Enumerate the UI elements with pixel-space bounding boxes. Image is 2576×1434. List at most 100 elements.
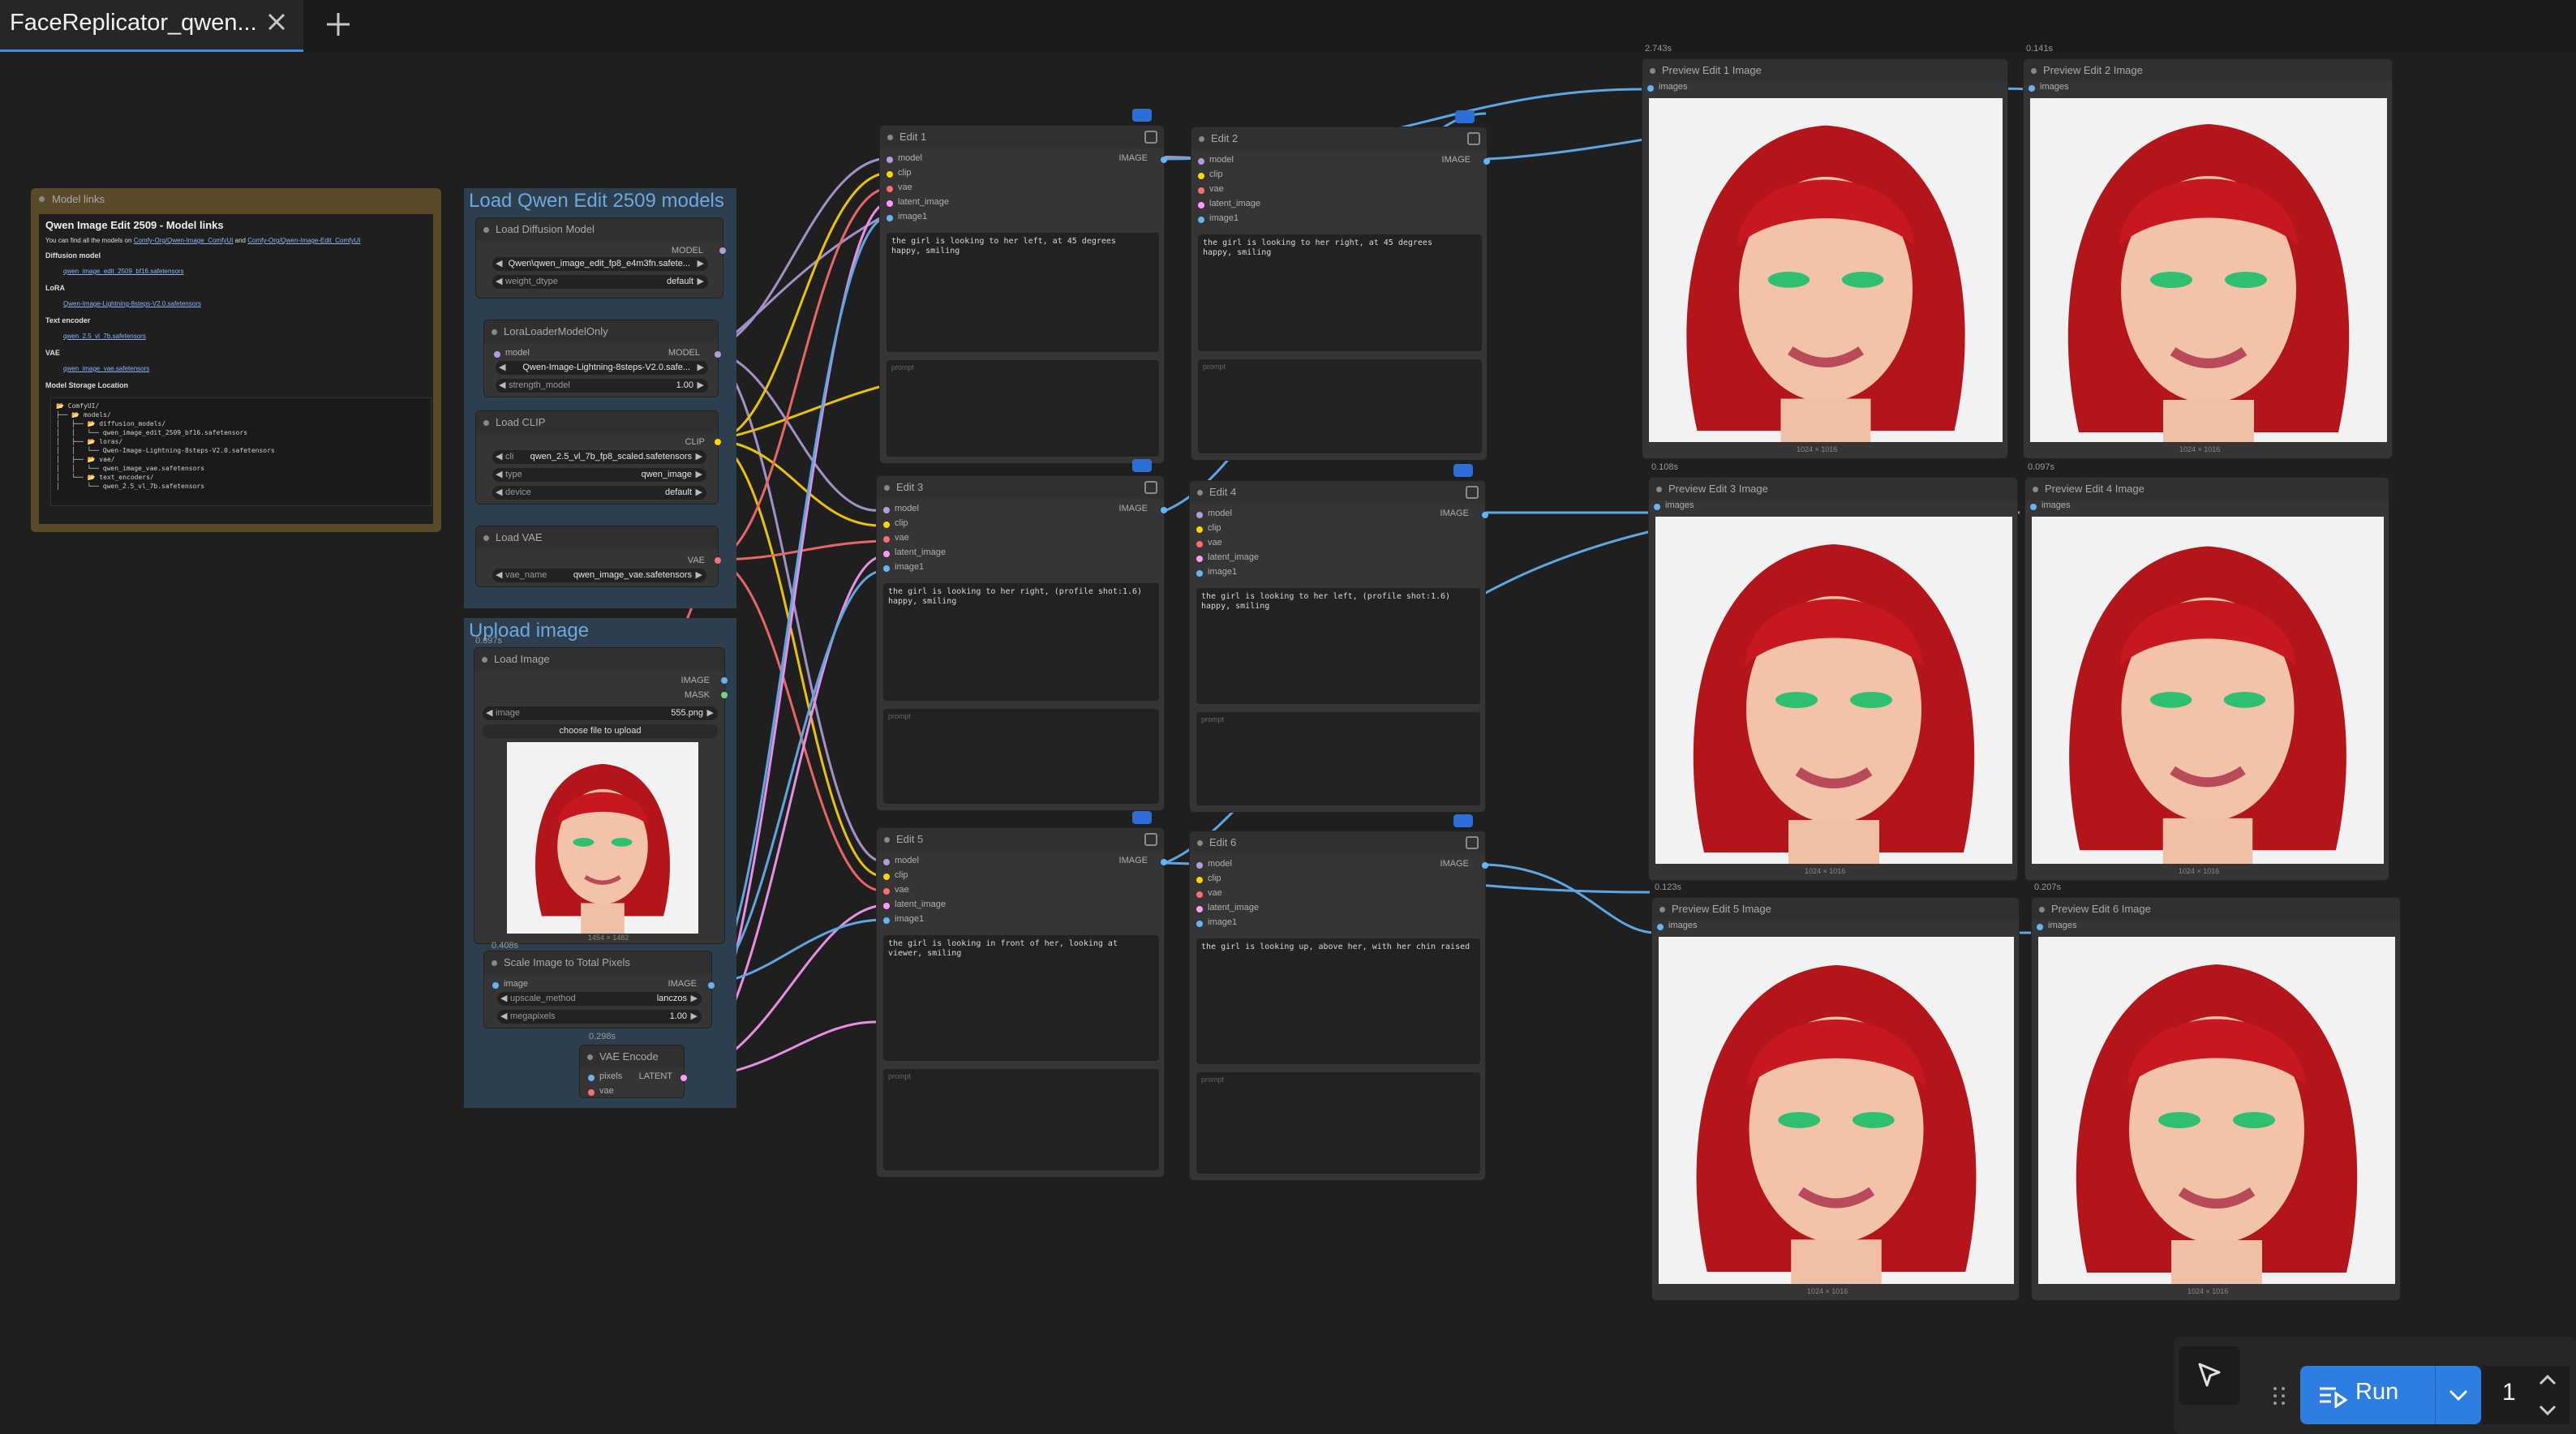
run-options-button[interactable] xyxy=(2435,1366,2481,1424)
input-vae-pin[interactable] xyxy=(588,1089,595,1096)
input-vae-pin[interactable] xyxy=(1196,541,1203,547)
edit-node-3[interactable]: Edit 3 model clip vae latent_image image1 IMAG… xyxy=(876,475,1167,811)
link-text-encoder[interactable]: qwen_2.5_vl_7b.safetensors xyxy=(63,333,146,340)
input-vae-pin[interactable] xyxy=(1198,187,1204,194)
prompt-textarea[interactable]: the girl is looking to her left, at 45 d… xyxy=(887,233,1159,352)
scale-image-node[interactable]: Scale Image to Total Pixels image IMAGE … xyxy=(483,951,715,1028)
link-qwen-image[interactable]: Comfy-Org/Qwen-Image_ComfyUI xyxy=(134,237,234,244)
output-image-pin[interactable] xyxy=(1161,859,1167,865)
link-diffusion-model[interactable]: qwen_image_edit_2509_bf16.safetensors xyxy=(63,268,184,275)
negative-prompt-textarea[interactable]: prompt xyxy=(883,1069,1159,1170)
group-node-badge[interactable] xyxy=(1453,814,1473,827)
input-images-pin[interactable] xyxy=(2030,504,2037,510)
load-clip-node[interactable]: Load CLIP CLIP ◀ cli qwen_2.5_vl_7b_fp8_sc… xyxy=(475,410,721,504)
input-model-pin[interactable] xyxy=(887,157,893,163)
link-lora[interactable]: Qwen-Image-Lightning-8steps-V2.0.safeten… xyxy=(63,300,201,307)
drag-handle-icon[interactable] xyxy=(2271,1385,2287,1406)
expand-icon[interactable] xyxy=(1466,486,1479,499)
input-images-pin[interactable] xyxy=(1647,85,1654,92)
input-latent-pin[interactable] xyxy=(1196,556,1203,562)
input-clip-pin[interactable] xyxy=(1196,877,1203,883)
output-image-pin[interactable] xyxy=(1161,157,1167,163)
expand-icon[interactable] xyxy=(1144,131,1157,144)
input-model-pin[interactable] xyxy=(1196,862,1203,869)
input-clip-pin[interactable] xyxy=(1198,173,1204,179)
prompt-textarea[interactable]: the girl is looking up, above her, with … xyxy=(1196,938,1480,1064)
input-image-pin[interactable] xyxy=(492,982,499,989)
output-image-pin[interactable] xyxy=(1482,862,1488,869)
preview-node-2[interactable]: Preview Edit 2 Image images 1024 × 1016 xyxy=(2023,58,2393,459)
preview-node-3[interactable]: Preview Edit 3 Image images 1024 × 1016 xyxy=(1648,477,2018,881)
input-clip-pin[interactable] xyxy=(1196,526,1203,533)
select-tool-button[interactable] xyxy=(2179,1346,2240,1405)
output-image-pin[interactable] xyxy=(721,677,728,684)
image-file-combo[interactable]: ◀ image 555.png ▶ xyxy=(483,706,718,720)
input-image1-pin[interactable] xyxy=(883,917,890,924)
negative-prompt-textarea[interactable]: prompt xyxy=(887,360,1159,457)
group-node-badge[interactable] xyxy=(1453,464,1473,477)
vae-name-combo[interactable]: ◀ vae_name qwen_image_vae.safetensors ▶ xyxy=(492,569,706,582)
preview-node-6[interactable]: Preview Edit 6 Image images 1024 × 1016 xyxy=(2031,897,2401,1301)
input-clip-pin[interactable] xyxy=(887,171,893,178)
input-vae-pin[interactable] xyxy=(1196,891,1203,898)
vae-encode-node[interactable]: VAE Encode pixels vae LATENT xyxy=(579,1045,687,1098)
negative-prompt-textarea[interactable]: prompt xyxy=(1196,712,1480,805)
output-model-pin[interactable] xyxy=(719,247,726,254)
input-image1-pin[interactable] xyxy=(1196,570,1203,577)
expand-icon[interactable] xyxy=(1144,481,1157,494)
input-clip-pin[interactable] xyxy=(883,874,890,880)
output-latent-pin[interactable] xyxy=(680,1075,687,1081)
output-image-pin[interactable] xyxy=(708,982,715,989)
upload-button[interactable]: choose file to upload xyxy=(483,724,718,738)
load-diffusion-model-node[interactable]: Load Diffusion Model MODEL ◀ Qwen\qwen_im… xyxy=(475,217,726,298)
preview-node-4[interactable]: Preview Edit 4 Image images 1024 × 1016 xyxy=(2024,477,2389,881)
input-latent-pin[interactable] xyxy=(1196,906,1203,912)
preview-node-1[interactable]: Preview Edit 1 Image images 1024 × 1016 xyxy=(1642,58,2008,459)
edit-node-1[interactable]: Edit 1 model clip vae latent_image image1 IMAG… xyxy=(879,125,1167,464)
prompt-textarea[interactable]: the girl is looking to her left, (profil… xyxy=(1196,588,1480,704)
clip-type-combo[interactable]: ◀ type qwen_image ▶ xyxy=(492,468,706,482)
input-images-pin[interactable] xyxy=(1657,924,1664,930)
expand-icon[interactable] xyxy=(1466,836,1479,849)
input-model-pin[interactable] xyxy=(883,859,890,865)
prompt-textarea[interactable]: the girl is looking in front of her, loo… xyxy=(883,935,1159,1061)
negative-prompt-textarea[interactable]: prompt xyxy=(883,709,1159,804)
input-clip-pin[interactable] xyxy=(883,522,890,528)
group-node-badge[interactable] xyxy=(1132,811,1152,824)
input-image1-pin[interactable] xyxy=(883,565,890,572)
lora-name-combo[interactable]: ◀ Qwen-Image-Lightning-8steps-V2.0.safe..… xyxy=(496,361,708,375)
edit-node-4[interactable]: Edit 4 model clip vae latent_image image1 IMAG… xyxy=(1189,480,1488,813)
input-images-pin[interactable] xyxy=(2029,85,2035,92)
group-node-badge[interactable] xyxy=(1455,110,1475,123)
weight-dtype-combo[interactable]: ◀ weight_dtype default ▶ xyxy=(492,275,708,289)
input-latent-pin[interactable] xyxy=(883,903,890,909)
output-mask-pin[interactable] xyxy=(721,692,728,698)
input-vae-pin[interactable] xyxy=(883,888,890,895)
link-vae[interactable]: qwen_image_vae.safetensors xyxy=(63,365,149,372)
input-pixels-pin[interactable] xyxy=(588,1075,595,1081)
output-vae-pin[interactable] xyxy=(715,557,721,564)
preview-node-5[interactable]: Preview Edit 5 Image images 1024 × 1016 xyxy=(1651,897,2020,1301)
load-vae-node[interactable]: Load VAE VAE ◀ vae_name qwen_image_vae.saf… xyxy=(475,526,721,587)
megapixels-slider[interactable]: ◀ megapixels 1.00 ▶ xyxy=(497,1010,702,1024)
output-clip-pin[interactable] xyxy=(715,439,721,445)
strength-model-slider[interactable]: ◀ strength_model 1.00 ▶ xyxy=(496,379,708,393)
unet-name-combo[interactable]: ◀ Qwen\qwen_image_edit_fp8_e4m3fn.safete.… xyxy=(492,257,708,271)
input-model-pin[interactable] xyxy=(883,507,890,513)
input-image1-pin[interactable] xyxy=(887,215,893,221)
input-latent-pin[interactable] xyxy=(1198,202,1204,208)
edit-node-5[interactable]: Edit 5 model clip vae latent_image image1 IMAG… xyxy=(876,827,1167,1178)
negative-prompt-textarea[interactable]: prompt xyxy=(1196,1072,1480,1174)
device-combo[interactable]: ◀ device default ▶ xyxy=(492,486,706,500)
load-image-node[interactable]: Load Image IMAGE MASK ◀ image 555.png ▶ cho… xyxy=(474,647,728,944)
lora-loader-node[interactable]: LoraLoaderModelOnly model MODEL ◀ Qwen-Im… xyxy=(483,320,721,397)
link-qwen-image-edit[interactable]: Comfy-Org/Qwen-Image-Edit_ComfyUI xyxy=(247,237,360,244)
group-node-badge[interactable] xyxy=(1132,459,1152,472)
model-links-node[interactable]: Model links Qwen Image Edit 2509 - Model… xyxy=(31,188,441,532)
input-vae-pin[interactable] xyxy=(883,536,890,543)
input-images-pin[interactable] xyxy=(1654,504,1660,510)
edit-node-2[interactable]: Edit 2 model clip vae latent_image image1 IMAG… xyxy=(1191,127,1490,461)
input-model-pin[interactable] xyxy=(1196,512,1203,518)
batch-count-stepper[interactable] xyxy=(2537,1371,2558,1419)
clip-name-combo[interactable]: ◀ cli qwen_2.5_vl_7b_fp8_scaled.safetensor… xyxy=(492,450,706,464)
